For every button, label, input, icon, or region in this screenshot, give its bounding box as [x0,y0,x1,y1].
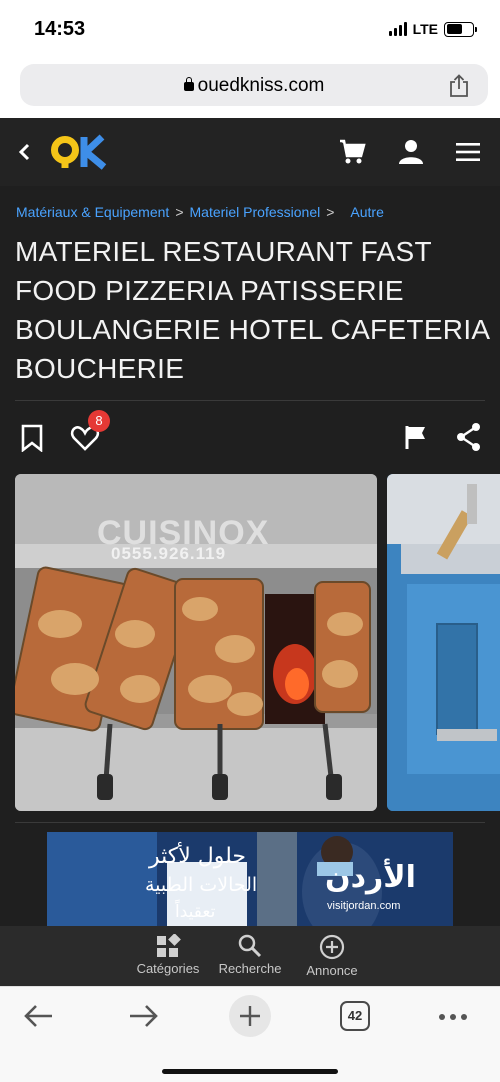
nav-label: Recherche [218,961,282,976]
forward-arrow-icon[interactable] [128,1003,158,1029]
browser-toolbar: 42 [0,986,500,1082]
divider [15,822,485,823]
status-indicators: LTE [388,21,477,37]
nav-categories[interactable]: Catégories [123,934,213,976]
nav-label: Catégories [136,961,200,976]
breadcrumb: Matériaux & Equipement > Materiel Professi… [16,204,384,220]
listing-photo[interactable]: CUISINOX 0555.926.119 [15,474,377,811]
add-circle-icon [319,934,345,960]
url-display[interactable]: ouedkniss.com [20,75,488,97]
share-icon[interactable] [456,422,482,452]
divider [15,400,485,401]
signal-icon [388,22,407,36]
back-chevron-icon[interactable] [16,138,34,166]
ad-line-3: تعقيداً [175,902,216,922]
categories-icon [157,934,181,957]
browser-address-area: ouedkniss.com [0,58,500,118]
ad-brand: الأردن [325,860,416,895]
address-bar[interactable]: ouedkniss.com [20,64,488,106]
bottom-nav: Catégories Recherche Annonce [0,926,500,986]
flag-icon[interactable] [404,424,428,450]
breadcrumb-item[interactable]: Matériaux & Equipement [16,204,169,220]
likes-badge: 8 [88,410,110,432]
bookmark-icon[interactable] [20,424,44,452]
ad-line-2: الحالات الطبية [145,874,258,896]
breadcrumb-item[interactable]: Autre [350,204,383,220]
cart-icon[interactable] [338,138,366,166]
ad-banner[interactable]: حلول لأكثر الحالات الطبية تعقيداً الأردن… [47,832,453,926]
more-icon[interactable] [438,1013,468,1021]
plus-icon [240,1006,260,1026]
menu-icon[interactable] [456,142,480,162]
ad-url: visitjordan.com [327,900,401,912]
ad-line-1: حلول لأكثر [149,844,247,869]
home-indicator [162,1069,338,1074]
lock-icon [183,77,194,91]
ouedkniss-logo[interactable] [50,134,114,170]
status-bar: 14:53 LTE [0,0,500,58]
listing-title: MATERIEL RESTAURANT FAST FOOD PIZZERIA P… [15,236,489,384]
nav-annonce[interactable]: Annonce [287,934,377,978]
search-icon [238,934,262,958]
equipment-image [387,474,500,811]
new-tab-button[interactable] [229,995,271,1037]
network-type: LTE [412,21,438,37]
photo-phone: 0555.926.119 [111,544,227,563]
nav-search[interactable]: Recherche [205,934,295,976]
share-icon[interactable] [448,74,470,98]
tabs-button[interactable]: 42 [340,1001,370,1031]
clock: 14:53 [34,18,86,40]
breadcrumb-item[interactable]: Materiel Professionel [190,204,321,220]
listing-content: Matériaux & Equipement > Materiel Professi… [0,186,500,926]
back-arrow-icon[interactable] [24,1003,54,1029]
battery-icon [444,21,477,37]
url-text: ouedkniss.com [197,75,325,96]
user-icon[interactable] [398,138,424,166]
site-header [0,118,500,186]
nav-label: Annonce [306,963,358,978]
listing-photo-next[interactable] [387,474,500,811]
